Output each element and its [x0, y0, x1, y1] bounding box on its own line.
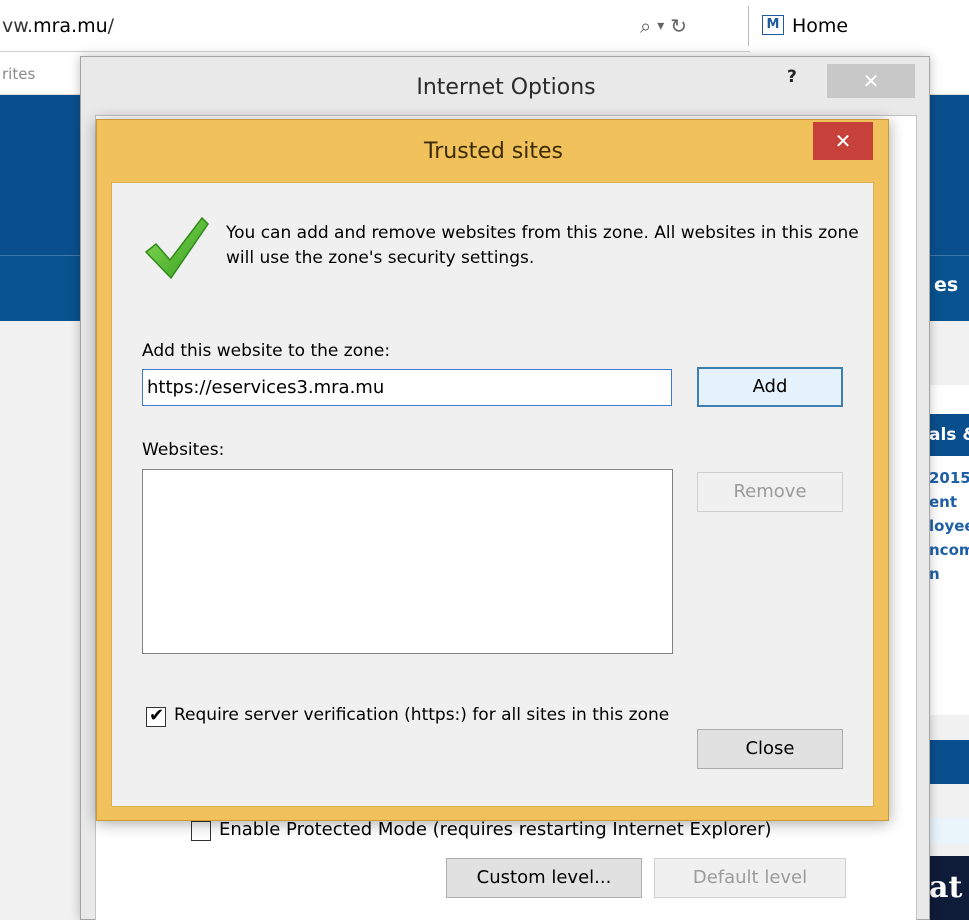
zone-description: You can add and remove websites from thi… [226, 223, 859, 268]
tab-divider [748, 6, 749, 46]
side-panel-heading: als & [925, 414, 969, 456]
require-verification-checkbox[interactable] [146, 705, 166, 727]
dialog-title: Internet Options [416, 75, 596, 100]
tab-home-label: Home [792, 15, 849, 37]
protected-mode-label: Enable Protected Mode (requires restarti… [219, 819, 772, 840]
help-button[interactable]: ? [787, 67, 797, 87]
checkmark-icon [144, 216, 209, 280]
dialog-title: Trusted sites [424, 139, 563, 164]
require-verification-label: Require server verification (https:) for… [174, 705, 670, 725]
default-level-button[interactable]: Default level [654, 858, 846, 898]
favorites-label[interactable]: rites [2, 65, 35, 83]
side-panel-link[interactable]: ncom [929, 538, 969, 562]
refresh-icon[interactable]: ↻ [670, 14, 687, 38]
close-button[interactable]: ✕ [813, 122, 873, 160]
side-panel-links: 2015 ent loyee ncom n [929, 466, 969, 586]
side-panel-bar [925, 740, 969, 784]
tab-home[interactable]: M Home [752, 0, 969, 52]
address-bar[interactable]: vw.mra.mu/ ⌕ ▾ ↻ [0, 0, 750, 52]
side-banner: at [925, 856, 969, 920]
add-website-label: Add this website to the zone: [142, 341, 391, 361]
address-url[interactable]: vw.mra.mu/ [2, 15, 114, 37]
side-panel-link[interactable]: n [929, 562, 969, 586]
add-website-input[interactable] [142, 369, 672, 406]
side-panel-link[interactable]: ent [929, 490, 969, 514]
side-panel-strip [925, 818, 969, 844]
remove-button[interactable]: Remove [697, 472, 843, 512]
protected-mode-checkbox[interactable] [191, 821, 211, 841]
page-nav-item[interactable]: es [934, 274, 958, 296]
websites-label: Websites: [142, 440, 225, 460]
side-panel-link[interactable]: 2015 [929, 466, 969, 490]
close-dialog-button[interactable]: Close [697, 729, 843, 769]
chevron-down-icon[interactable]: ▾ [657, 18, 664, 34]
add-button[interactable]: Add [697, 367, 843, 407]
websites-list[interactable] [142, 469, 673, 654]
close-button[interactable]: ✕ [827, 64, 915, 98]
search-icon[interactable]: ⌕ [640, 14, 651, 38]
side-panel-link[interactable]: loyee [929, 514, 969, 538]
custom-level-button[interactable]: Custom level... [446, 858, 642, 898]
site-logo-icon: M [762, 15, 784, 35]
